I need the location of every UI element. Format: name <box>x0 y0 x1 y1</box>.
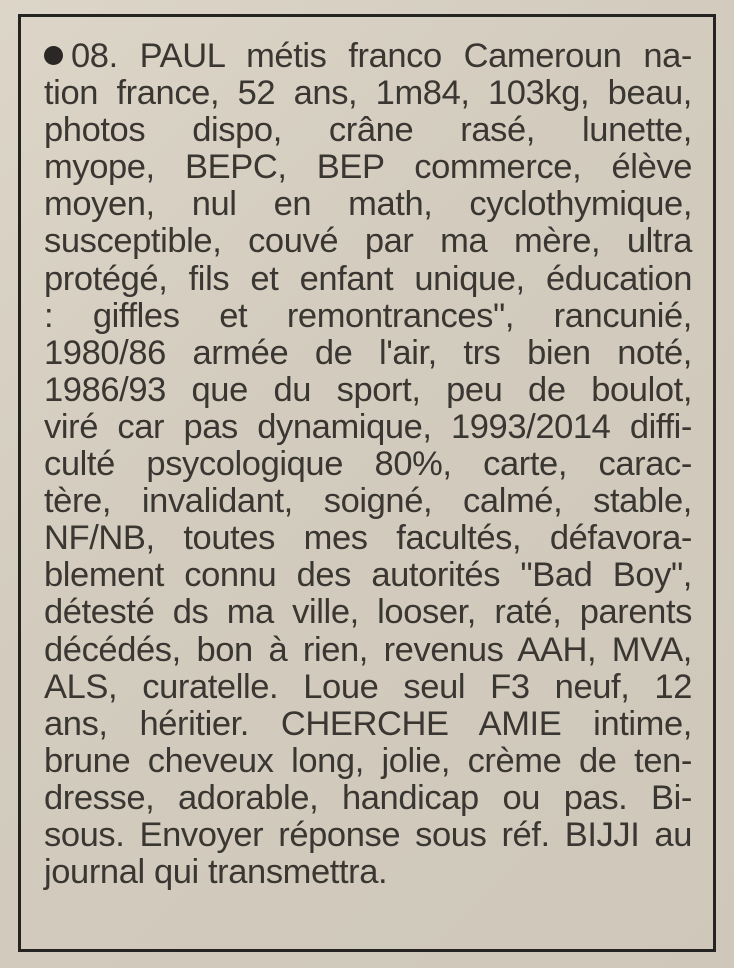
ad-line: tion france, 52 ans, 1m84, 103kg, beau, <box>44 74 692 113</box>
ad-line: journal qui transmettra. <box>44 853 388 892</box>
ad-line: brune cheveux long, jolie, crème de ten- <box>44 741 692 780</box>
classified-ad-text: 08. PAUL métis franco Cameroun na- tion … <box>44 37 692 892</box>
ad-line: myope, BEPC, BEP commerce, élève <box>44 148 692 187</box>
ad-line-text: 08. PAUL métis franco Cameroun na- <box>71 37 692 75</box>
ad-line: sous. Envoyer réponse sous réf. BIJJI au <box>44 815 692 854</box>
ad-line: ans, héritier. CHERCHE AMIE intime, <box>44 704 692 743</box>
ad-line: dresse, adorable, handicap ou pas. Bi- <box>44 778 692 817</box>
ad-line: protégé, fils et enfant unique, éducatio… <box>44 259 692 298</box>
ad-line: moyen, nul en math, cyclothymique, <box>44 185 692 224</box>
ad-line: photos dispo, crâne rasé, lunette, <box>44 111 692 150</box>
ad-line: NF/NB, toutes mes facultés, défavora- <box>44 519 692 558</box>
bullet-icon <box>44 46 63 65</box>
ad-line: viré car pas dynamique, 1993/2014 diffi- <box>44 407 692 446</box>
ad-line: : giffles et remontrances", rancunié, <box>44 296 692 335</box>
ad-line: blement connu des autorités "Bad Boy", <box>44 556 692 595</box>
newspaper-clipping: 08. PAUL métis franco Cameroun na- tion … <box>0 0 734 968</box>
ad-line: détesté ds ma ville, looser, raté, paren… <box>44 593 692 632</box>
ad-line: culté psycologique 80%, carte, carac- <box>44 445 692 484</box>
ad-line: 1986/93 que du sport, peu de boulot, <box>44 370 692 409</box>
ad-line: ALS, curatelle. Loue seul F3 neuf, 12 <box>44 667 692 706</box>
ad-line: 1980/86 armée de l'air, trs bien noté, <box>44 333 692 372</box>
ad-line: susceptible, couvé par ma mère, ultra <box>44 222 692 261</box>
ad-line: 08. PAUL métis franco Cameroun na- <box>44 37 692 75</box>
ad-line: décédés, bon à rien, revenus AAH, MVA, <box>44 630 692 669</box>
ad-line: tère, invalidant, soigné, calmé, stable, <box>44 482 692 521</box>
